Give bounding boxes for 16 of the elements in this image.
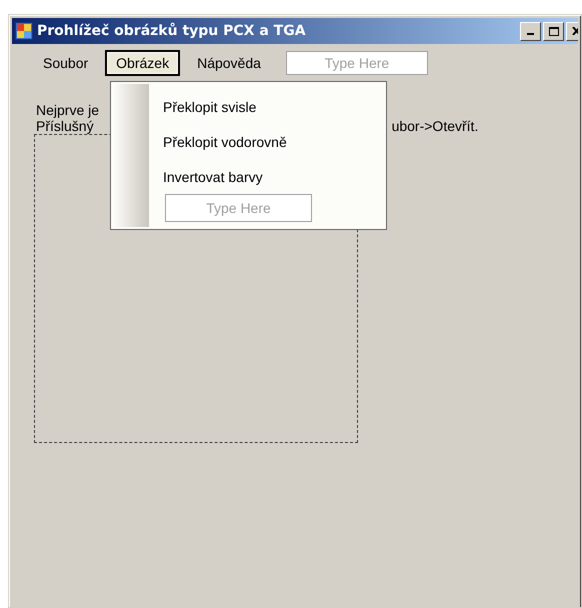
new-item-field[interactable]: Type Here xyxy=(286,51,428,75)
info-text: Příslušný xyxy=(36,118,94,134)
info-text: Nejprve je xyxy=(36,102,100,118)
menu-item[interactable]: Invertovat barvy xyxy=(163,159,263,194)
menu-item[interactable]: Nápověda xyxy=(186,50,272,76)
menu-item[interactable]: Obrázek xyxy=(105,50,180,76)
new-item-field[interactable]: Type Here xyxy=(165,194,312,222)
window-title: Prohlížeč obrázků typu PCX a TGA xyxy=(37,23,307,39)
minimize-button[interactable] xyxy=(520,22,541,40)
maximize-button[interactable] xyxy=(543,22,564,40)
maximize-icon xyxy=(548,26,558,36)
menu-item[interactable]: Překlopit vodorovně xyxy=(163,124,287,159)
app-icon xyxy=(15,22,33,40)
info-text: ubor->Otevřít. xyxy=(392,118,478,134)
menu-item[interactable]: Překlopit svisle xyxy=(163,89,256,124)
menu-item[interactable]: Soubor xyxy=(32,50,100,76)
